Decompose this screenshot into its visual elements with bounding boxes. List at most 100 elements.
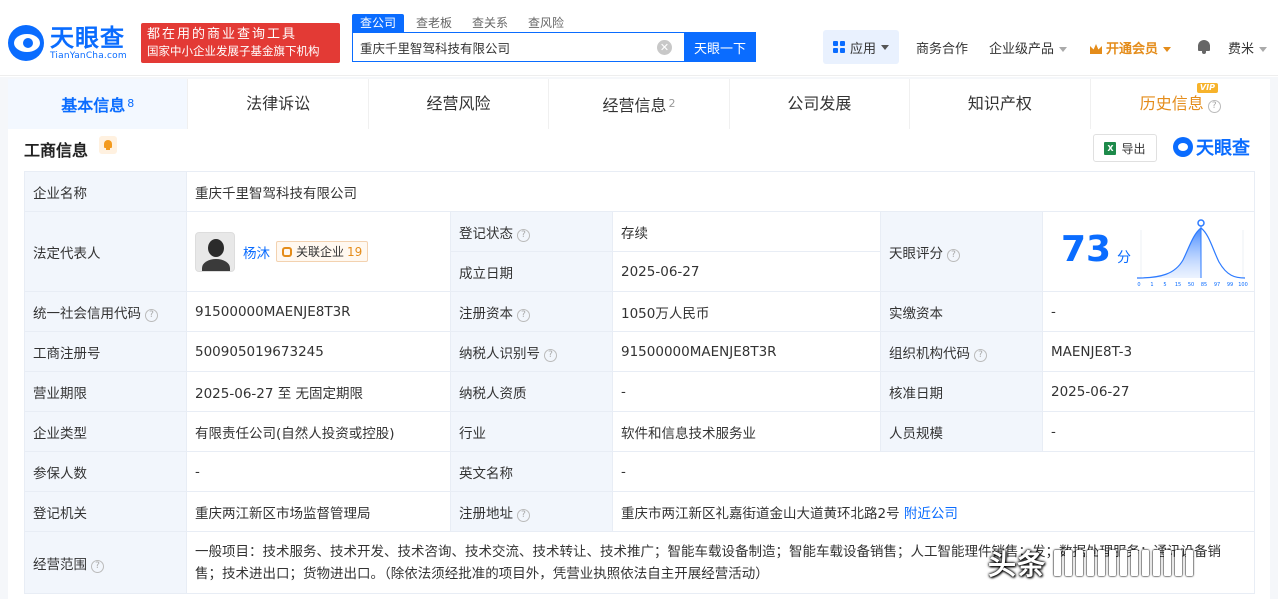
search-tab-company[interactable]: 查公司 xyxy=(352,14,405,32)
related-count: 19 xyxy=(347,244,363,259)
value-company-name: 重庆千里智驾科技有限公司 xyxy=(185,171,1256,212)
crown-icon xyxy=(1090,44,1102,54)
table-row: 工商注册号 500905019673245 纳税人识别号? 91500000MA… xyxy=(24,331,1256,372)
search-input[interactable] xyxy=(353,39,643,55)
user-name: 费米 xyxy=(1228,42,1255,57)
label-legal-rep: 法定代表人 xyxy=(24,211,187,292)
business-info-table: 企业名称 重庆千里智驾科技有限公司 法定代表人 杨沐 关联企业 19 登记状态? … xyxy=(24,171,1256,594)
nav-enterprise-label: 企业级产品 xyxy=(989,42,1055,57)
help-icon[interactable]: ? xyxy=(517,508,530,522)
tab-operation-risk[interactable]: 经营风险 xyxy=(369,79,550,129)
value-reg-status: 存续 xyxy=(612,211,881,252)
score-tick-label: 5 xyxy=(1163,282,1166,288)
help-icon[interactable]: ? xyxy=(544,348,557,362)
score-number: 73 xyxy=(1061,229,1112,270)
search-tab-risk[interactable]: 查风险 xyxy=(520,14,572,32)
tab-label: 知识产权 xyxy=(967,94,1032,113)
label-text: 组织机构代码 xyxy=(889,345,970,362)
search-button[interactable]: 天眼一下 xyxy=(684,32,756,62)
help-icon[interactable]: ? xyxy=(974,348,987,362)
label-text: 注册资本 xyxy=(459,305,513,322)
section-title: 工商信息 xyxy=(24,141,89,160)
label-reg-capital: 注册资本? xyxy=(450,291,613,332)
nav-open-vip[interactable]: 开通会员 xyxy=(1090,38,1172,57)
score-tick-label: 50 xyxy=(1188,282,1194,288)
help-icon[interactable]: ? xyxy=(947,248,960,262)
value-paid-capital: - xyxy=(1041,291,1256,332)
label-company-name: 企业名称 xyxy=(24,171,187,212)
value-founded: 2025-06-27 xyxy=(612,251,881,292)
subscribe-bell-icon[interactable] xyxy=(99,136,117,154)
tab-label: 基本信息 xyxy=(61,96,126,115)
nav-user-menu[interactable]: 费米 xyxy=(1228,38,1268,57)
search-tab-boss[interactable]: 查老板 xyxy=(408,14,460,32)
address-text: 重庆市两江新区礼嘉街道金山大道黄环北路2号 xyxy=(621,505,900,522)
help-icon[interactable]: ? xyxy=(517,308,530,322)
score-tick-label: 15 xyxy=(1175,282,1181,288)
brand-watermark: 天眼查 xyxy=(1173,134,1250,160)
tab-ip[interactable]: 知识产权 xyxy=(910,79,1091,129)
export-label: 导出 xyxy=(1121,141,1146,156)
label-text: 天眼评分 xyxy=(889,245,943,262)
tab-legal[interactable]: 法律诉讼 xyxy=(188,79,369,129)
label-text: 经营范围 xyxy=(33,556,87,573)
score-tick-label: 97 xyxy=(1214,282,1220,288)
eye-logo-icon xyxy=(8,25,44,61)
value-score[interactable]: 73 分 0 1 5 15 50 85 97 99 100 xyxy=(1041,211,1256,292)
brand-text: 天眼查 xyxy=(1196,138,1250,159)
link-icon xyxy=(282,246,292,257)
tab-basic-info[interactable]: 基本信息 8 xyxy=(8,79,189,129)
value-address: 重庆市两江新区礼嘉街道金山大道黄环北路2号 附近公司 xyxy=(611,491,1256,532)
value-taxpayer-qual: - xyxy=(612,371,881,412)
legal-rep-link[interactable]: 杨沐 xyxy=(243,242,270,262)
help-icon[interactable]: ? xyxy=(145,308,158,322)
label-insured: 参保人数 xyxy=(24,451,187,492)
clear-icon[interactable]: ✕ xyxy=(657,40,672,55)
label-term: 营业期限 xyxy=(24,371,187,412)
score-unit: 分 xyxy=(1117,250,1131,266)
tab-count: 2 xyxy=(668,97,676,110)
table-row: 参保人数 - 英文名称 - xyxy=(24,451,1256,492)
notification-bell-icon[interactable] xyxy=(1197,39,1211,54)
logo[interactable]: 天眼查 TianYanCha.com xyxy=(8,22,127,64)
score-tick-label: 100 xyxy=(1238,282,1248,288)
tab-label: 历史信息 xyxy=(1139,94,1204,113)
table-row: 登记机关 重庆两江新区市场监督管理局 注册地址? 重庆市两江新区礼嘉街道金山大道… xyxy=(24,491,1256,532)
eye-logo-icon xyxy=(1173,137,1193,157)
nav-vip-label: 开通会员 xyxy=(1106,42,1159,57)
value-industry: 软件和信息技术服务业 xyxy=(612,411,881,452)
tab-history[interactable]: 历史信息? VIP xyxy=(1091,79,1270,129)
score-tick-label: 1 xyxy=(1150,282,1153,288)
logo-title: 天眼查 xyxy=(50,23,125,52)
tab-count: 8 xyxy=(127,97,135,110)
tab-operation-info[interactable]: 经营信息 2 xyxy=(549,79,730,129)
avatar[interactable] xyxy=(195,231,235,272)
help-icon[interactable]: ? xyxy=(91,559,104,573)
table-row: 法定代表人 杨沐 关联企业 19 登记状态? 存续 天眼评分? 73 分 0 1… xyxy=(24,211,1256,292)
value-credit-code: 91500000MAENJE8T3R xyxy=(186,291,451,332)
search-tab-relation[interactable]: 查关系 xyxy=(464,14,516,32)
apps-menu-button[interactable]: 应用 xyxy=(823,30,899,64)
label-score: 天眼评分? xyxy=(880,211,1043,292)
label-text: 注册地址 xyxy=(459,505,513,522)
nav-enterprise-products[interactable]: 企业级产品 xyxy=(989,38,1068,57)
help-icon[interactable]: ? xyxy=(1207,100,1221,113)
label-text: 统一社会信用代码 xyxy=(33,305,141,322)
related-companies-tag[interactable]: 关联企业 19 xyxy=(276,241,369,262)
chevron-down-icon xyxy=(881,44,889,50)
label-org-code: 组织机构代码? xyxy=(880,331,1043,372)
tab-development[interactable]: 公司发展 xyxy=(730,79,911,129)
nav-business-cooperation[interactable]: 商务合作 xyxy=(916,38,968,57)
label-text: 登记状态 xyxy=(459,225,513,242)
tab-label: 公司发展 xyxy=(787,94,852,113)
value-org-code: MAENJE8T-3 xyxy=(1041,331,1256,372)
related-label: 关联企业 xyxy=(296,245,345,259)
help-icon[interactable]: ? xyxy=(517,228,530,242)
label-reg-status: 登记状态? xyxy=(450,211,613,252)
value-reg-capital: 1050万人民币 xyxy=(612,291,881,332)
value-company-type: 有限责任公司(自然人投资或控股) xyxy=(186,411,451,452)
nearby-companies-link[interactable]: 附近公司 xyxy=(904,506,958,522)
table-row: 统一社会信用代码? 91500000MAENJE8T3R 注册资本? 1050万… xyxy=(24,291,1256,332)
export-button[interactable]: X 导出 xyxy=(1093,134,1157,162)
slogan-line-2: 国家中小企业发展子基金旗下机构 xyxy=(147,44,320,58)
